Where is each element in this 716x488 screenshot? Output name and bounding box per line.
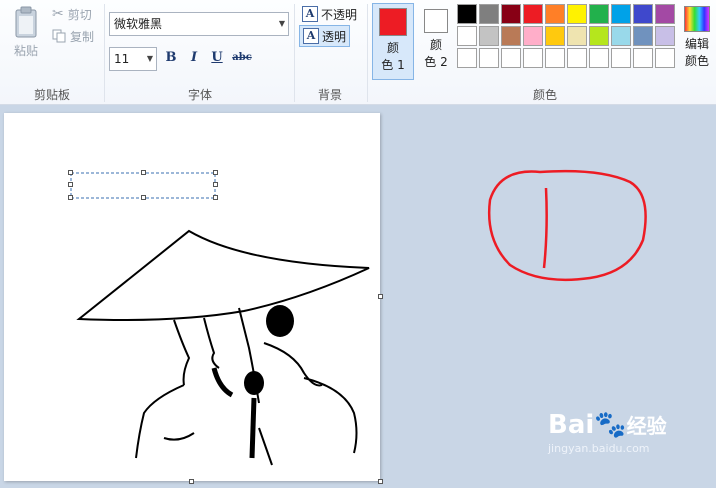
- palette-swatch[interactable]: [545, 48, 565, 68]
- font-size-select[interactable]: 11 ▼: [109, 47, 157, 71]
- transparent-icon: A: [303, 28, 319, 44]
- palette-swatch[interactable]: [523, 26, 543, 46]
- color-palette: [457, 4, 675, 68]
- selection-handle[interactable]: [68, 170, 73, 175]
- color-2-label-line1: 颜: [429, 38, 442, 52]
- copy-button[interactable]: 复制: [52, 26, 94, 46]
- edit-colors-label-line1: 编辑: [684, 37, 709, 51]
- palette-swatch[interactable]: [589, 4, 609, 24]
- clipboard-icon: [15, 6, 37, 38]
- selection-handle[interactable]: [213, 170, 218, 175]
- palette-swatch[interactable]: [633, 26, 653, 46]
- paste-label: 粘贴: [13, 44, 38, 58]
- palette-swatch[interactable]: [611, 48, 631, 68]
- font-family-value: 微软雅黑: [114, 17, 163, 31]
- edit-colors-button[interactable]: 编辑 颜色: [681, 4, 713, 70]
- baidu-watermark: Bai🐾经验 jingyan.baidu.com: [548, 410, 667, 455]
- palette-swatch[interactable]: [589, 26, 609, 46]
- color-2-swatch: [424, 9, 448, 33]
- palette-swatch[interactable]: [457, 4, 477, 24]
- watermark-brand: Bai: [548, 410, 595, 440]
- palette-swatch[interactable]: [501, 48, 521, 68]
- group-divider: [367, 4, 368, 102]
- watermark-brand-suffix: 经验: [626, 414, 667, 438]
- strikethrough-button[interactable]: abc: [229, 47, 255, 69]
- palette-swatch[interactable]: [655, 48, 675, 68]
- drawing-canvas[interactable]: [4, 113, 380, 481]
- font-group-label: 字体: [187, 88, 212, 102]
- opaque-icon: A: [302, 6, 318, 22]
- color-1-label-line2: 色 1: [381, 58, 405, 72]
- canvas-resize-handle[interactable]: [189, 479, 194, 484]
- color-spectrum-icon: [684, 6, 710, 32]
- palette-swatch[interactable]: [655, 26, 675, 46]
- palette-swatch[interactable]: [479, 48, 499, 68]
- watermark-url: jingyan.baidu.com: [548, 442, 650, 455]
- transparent-label: 透明: [322, 29, 347, 44]
- font-family-select[interactable]: 微软雅黑 ▼: [109, 12, 289, 36]
- palette-swatch[interactable]: [523, 48, 543, 68]
- color-1-label-line1: 颜: [386, 41, 399, 55]
- selection-handle[interactable]: [213, 195, 218, 200]
- palette-swatch[interactable]: [611, 4, 631, 24]
- cut-button[interactable]: ✂ 剪切: [52, 4, 92, 24]
- palette-swatch[interactable]: [479, 4, 499, 24]
- color-1-swatch: [379, 8, 407, 36]
- edit-colors-label-line2: 颜色: [684, 54, 709, 68]
- palette-swatch[interactable]: [457, 48, 477, 68]
- palette-swatch[interactable]: [611, 26, 631, 46]
- selection-handle[interactable]: [141, 170, 146, 175]
- fist-shape: [266, 305, 294, 337]
- palette-swatch[interactable]: [567, 26, 587, 46]
- color-1-button[interactable]: 颜 色 1: [372, 3, 414, 80]
- selection-handle[interactable]: [141, 195, 146, 200]
- sketch-artwork: [70, 172, 370, 466]
- color-2-label-line2: 色 2: [424, 55, 448, 69]
- palette-swatch[interactable]: [545, 26, 565, 46]
- palette-swatch[interactable]: [567, 4, 587, 24]
- copy-label: 复制: [70, 29, 95, 44]
- palette-swatch[interactable]: [567, 48, 587, 68]
- selection-handle[interactable]: [68, 195, 73, 200]
- transparent-option[interactable]: A 透明: [299, 25, 351, 47]
- palette-swatch[interactable]: [589, 48, 609, 68]
- copy-icon: [52, 29, 66, 43]
- font-size-value: 11: [114, 52, 130, 66]
- opaque-option[interactable]: A 不透明: [299, 3, 360, 25]
- scissors-icon: ✂: [52, 6, 64, 22]
- color-2-button[interactable]: 颜 色 2: [419, 3, 453, 80]
- selection-handle[interactable]: [68, 182, 73, 187]
- ribbon: 粘贴 ✂ 剪切 复制 剪贴板 微软雅黑 ▼ 11 ▼ B I U abc 字体 …: [0, 0, 716, 105]
- canvas-resize-handle[interactable]: [378, 294, 383, 299]
- palette-swatch[interactable]: [655, 4, 675, 24]
- chevron-down-icon: ▼: [278, 19, 285, 28]
- palette-swatch[interactable]: [501, 4, 521, 24]
- italic-button[interactable]: I: [183, 47, 205, 69]
- bold-button[interactable]: B: [160, 47, 182, 69]
- palette-swatch[interactable]: [479, 26, 499, 46]
- palette-swatch[interactable]: [633, 48, 653, 68]
- palette-swatch[interactable]: [501, 26, 521, 46]
- palette-swatch[interactable]: [523, 4, 543, 24]
- palette-swatch[interactable]: [633, 4, 653, 24]
- hat-outline: [76, 229, 370, 321]
- selection-handle[interactable]: [213, 182, 218, 187]
- chevron-down-icon: ▼: [146, 54, 153, 63]
- cut-label: 剪切: [67, 7, 92, 22]
- group-divider: [294, 4, 295, 102]
- paw-icon: 🐾: [594, 410, 627, 440]
- red-sketch: [488, 169, 647, 282]
- background-group-label: 背景: [317, 88, 342, 102]
- group-divider: [104, 4, 105, 102]
- colors-group-label: 颜色: [532, 88, 557, 102]
- opaque-label: 不透明: [321, 7, 358, 22]
- clipboard-group-label: 剪贴板: [33, 88, 70, 102]
- palette-swatch[interactable]: [545, 4, 565, 24]
- underline-button[interactable]: U: [206, 47, 228, 69]
- canvas-resize-handle[interactable]: [378, 479, 383, 484]
- paste-button[interactable]: 粘贴: [6, 4, 46, 66]
- palette-swatch[interactable]: [457, 26, 477, 46]
